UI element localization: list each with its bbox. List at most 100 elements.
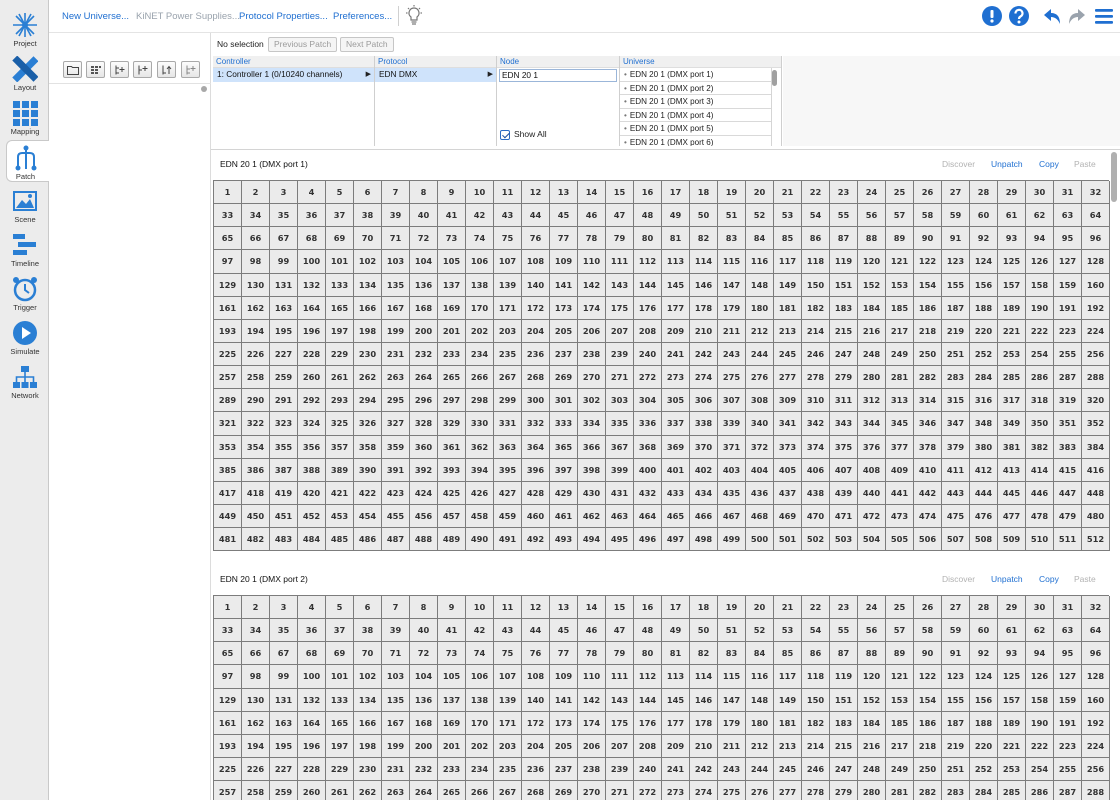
channel-cell[interactable]: 267	[494, 366, 522, 390]
channel-cell[interactable]: 450	[242, 504, 270, 529]
channel-cell[interactable]: 27	[942, 596, 970, 620]
channel-cell[interactable]: 4	[298, 596, 326, 620]
node-row[interactable]: EDN 20 1	[499, 69, 617, 82]
channel-cell[interactable]: 107	[494, 665, 522, 689]
channel-cell[interactable]: 250	[914, 757, 942, 782]
channel-cell[interactable]: 338	[690, 412, 718, 436]
channel-cell[interactable]: 455	[382, 504, 410, 529]
channel-cell[interactable]: 325	[326, 412, 354, 436]
channel-cell[interactable]: 426	[466, 481, 494, 505]
channel-cell[interactable]: 244	[746, 342, 774, 367]
channel-cell[interactable]: 51	[718, 204, 746, 228]
channel-cell[interactable]: 129	[214, 688, 242, 712]
channel-cell[interactable]: 146	[690, 688, 718, 712]
channel-cell[interactable]: 466	[690, 504, 718, 529]
channel-cell[interactable]: 59	[942, 204, 970, 228]
channel-cell[interactable]: 247	[830, 757, 858, 782]
channel-cell[interactable]: 128	[1082, 665, 1110, 689]
channel-cell[interactable]: 4	[298, 181, 326, 205]
channel-cell[interactable]: 40	[410, 204, 438, 228]
channel-cell[interactable]: 47	[606, 204, 634, 228]
channel-cell[interactable]: 358	[354, 435, 382, 459]
channel-cell[interactable]: 151	[830, 273, 858, 297]
channel-cell[interactable]: 261	[326, 366, 354, 390]
channel-cell[interactable]: 389	[326, 458, 354, 482]
channel-cell[interactable]: 452	[298, 504, 326, 529]
channel-cell[interactable]: 138	[466, 273, 494, 297]
channel-cell[interactable]: 286	[1026, 366, 1054, 390]
channel-cell[interactable]: 173	[550, 296, 578, 320]
channel-cell[interactable]: 236	[522, 757, 550, 782]
channel-cell[interactable]: 459	[494, 504, 522, 529]
channel-cell[interactable]: 222	[1026, 734, 1054, 758]
channel-cell[interactable]: 145	[662, 273, 690, 297]
channel-cell[interactable]: 25	[886, 181, 914, 205]
channel-cell[interactable]: 75	[494, 642, 522, 666]
channel-cell[interactable]: 99	[270, 250, 298, 274]
channel-cell[interactable]: 130	[242, 688, 270, 712]
channel-cell[interactable]: 275	[718, 781, 746, 800]
channel-cell[interactable]: 229	[326, 757, 354, 782]
channel-cell[interactable]: 209	[662, 734, 690, 758]
controller-row[interactable]: 1: Controller 1 (0/10240 channels) ▶	[213, 68, 374, 82]
channel-cell[interactable]: 442	[914, 481, 942, 505]
channel-cell[interactable]: 66	[242, 642, 270, 666]
channel-cell[interactable]: 310	[802, 389, 830, 413]
channel-cell[interactable]: 433	[662, 481, 690, 505]
channel-cell[interactable]: 13	[550, 596, 578, 620]
channel-cell[interactable]: 230	[354, 757, 382, 782]
channel-cell[interactable]: 233	[438, 757, 466, 782]
channel-cell[interactable]: 70	[354, 642, 382, 666]
channel-cell[interactable]: 161	[214, 711, 242, 735]
channel-cell[interactable]: 383	[1054, 435, 1082, 459]
alert-icon[interactable]	[981, 5, 1003, 27]
channel-cell[interactable]: 266	[466, 366, 494, 390]
channel-cell[interactable]: 262	[354, 781, 382, 800]
channel-cell[interactable]: 94	[1026, 227, 1054, 251]
channel-cell[interactable]: 111	[606, 250, 634, 274]
previous-patch-button[interactable]: Previous Patch	[268, 37, 338, 52]
channel-cell[interactable]: 197	[326, 319, 354, 343]
channel-cell[interactable]: 43	[494, 619, 522, 643]
channel-cell[interactable]: 55	[830, 204, 858, 228]
new-universe-link[interactable]: New Universe...	[62, 11, 129, 22]
channel-cell[interactable]: 112	[634, 250, 662, 274]
channel-cell[interactable]: 49	[662, 619, 690, 643]
channel-cell[interactable]: 140	[522, 273, 550, 297]
channel-cell[interactable]: 273	[662, 781, 690, 800]
channel-cell[interactable]: 58	[914, 619, 942, 643]
channel-cell[interactable]: 228	[298, 757, 326, 782]
channel-cell[interactable]: 67	[270, 227, 298, 251]
universe-list-item[interactable]: • EDN 20 1 (DMX port 2)	[620, 82, 771, 96]
channel-cell[interactable]: 130	[242, 273, 270, 297]
channel-cell[interactable]: 232	[410, 757, 438, 782]
channel-cell[interactable]: 115	[718, 250, 746, 274]
channel-cell[interactable]: 82	[690, 227, 718, 251]
channel-cell[interactable]: 445	[998, 481, 1026, 505]
channel-cell[interactable]: 20	[746, 596, 774, 620]
channel-cell[interactable]: 81	[662, 227, 690, 251]
channel-cell[interactable]: 198	[354, 734, 382, 758]
channel-cell[interactable]: 108	[522, 250, 550, 274]
channel-cell[interactable]: 193	[214, 319, 242, 343]
channel-cell[interactable]: 154	[914, 273, 942, 297]
channel-cell[interactable]: 191	[1054, 296, 1082, 320]
channel-cell[interactable]: 488	[410, 528, 438, 552]
channel-cell[interactable]: 270	[578, 366, 606, 390]
channel-cell[interactable]: 3	[270, 181, 298, 205]
channel-cell[interactable]: 232	[410, 342, 438, 367]
channel-cell[interactable]: 36	[298, 619, 326, 643]
channel-cell[interactable]: 341	[774, 412, 802, 436]
channel-cell[interactable]: 340	[746, 412, 774, 436]
channel-cell[interactable]: 139	[494, 273, 522, 297]
channel-cell[interactable]: 12	[522, 181, 550, 205]
channel-cell[interactable]: 124	[970, 665, 998, 689]
channel-cell[interactable]: 91	[942, 227, 970, 251]
channel-cell[interactable]: 169	[438, 296, 466, 320]
channel-cell[interactable]: 98	[242, 250, 270, 274]
channel-cell[interactable]: 316	[970, 389, 998, 413]
channel-cell[interactable]: 156	[970, 688, 998, 712]
channel-cell[interactable]: 427	[494, 481, 522, 505]
channel-cell[interactable]: 385	[214, 458, 242, 482]
channel-cell[interactable]: 79	[606, 227, 634, 251]
